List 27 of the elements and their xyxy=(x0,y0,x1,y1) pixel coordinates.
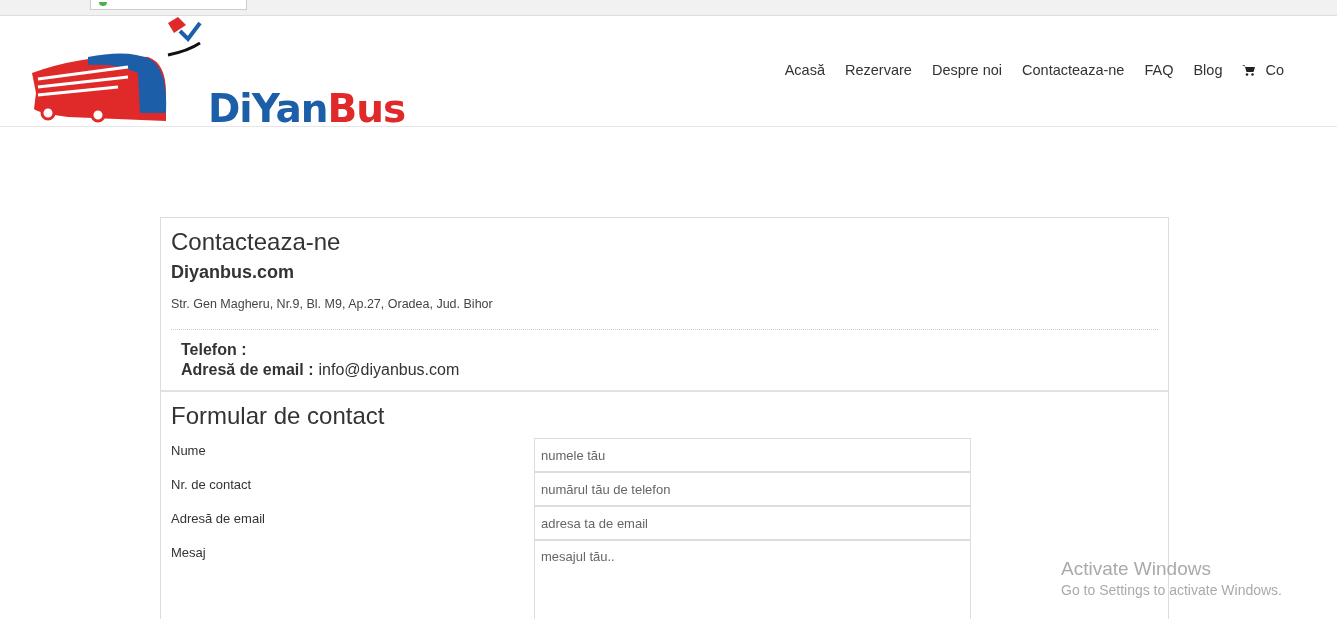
field-label: Adresă de email xyxy=(171,510,266,528)
input-field[interactable]: numărul tău de telefon xyxy=(534,472,971,506)
company-name: Diyanbus.com xyxy=(171,262,296,283)
logo-wordmark: DiYanBus xyxy=(208,86,406,131)
input-field[interactable]: adresa ta de email xyxy=(534,506,971,540)
form-title: Formular de contact xyxy=(171,402,386,430)
nav-link[interactable]: Contacteaza-ne xyxy=(1022,62,1125,78)
nav-link[interactable]: FAQ xyxy=(1144,62,1174,78)
field-label: Mesaj xyxy=(171,544,207,562)
email-address: info@diyanbus.com xyxy=(318,361,460,379)
cart-icon xyxy=(1242,64,1256,76)
field-label: Nume xyxy=(171,442,207,460)
email-label: Adresă de email : xyxy=(181,361,314,379)
section-title: Contacteaza-ne xyxy=(171,228,342,256)
activation-title: Activate Windows xyxy=(1061,558,1212,580)
cart-link[interactable]: Co xyxy=(1242,62,1284,78)
message-field[interactable]: mesajul tău.. xyxy=(534,540,971,619)
browser-tab[interactable] xyxy=(90,0,247,10)
nav-link[interactable]: Acasă xyxy=(784,62,825,78)
input-field[interactable]: numele tău xyxy=(534,438,971,472)
activation-text: Go to Settings to activate Windows. xyxy=(1061,582,1282,598)
phone-label: Telefon : xyxy=(181,341,247,359)
nav-link[interactable]: Blog xyxy=(1193,62,1223,78)
nav-link[interactable]: Despre noi xyxy=(931,62,1003,78)
nav-link[interactable]: Rezervare xyxy=(845,62,912,78)
address-text: Str. Gen Magheru, Nr.9, Bl. M9, Ap.27, Oradea, Jud. Bihor xyxy=(171,297,494,311)
field-label: Nr. de contact xyxy=(171,476,253,494)
